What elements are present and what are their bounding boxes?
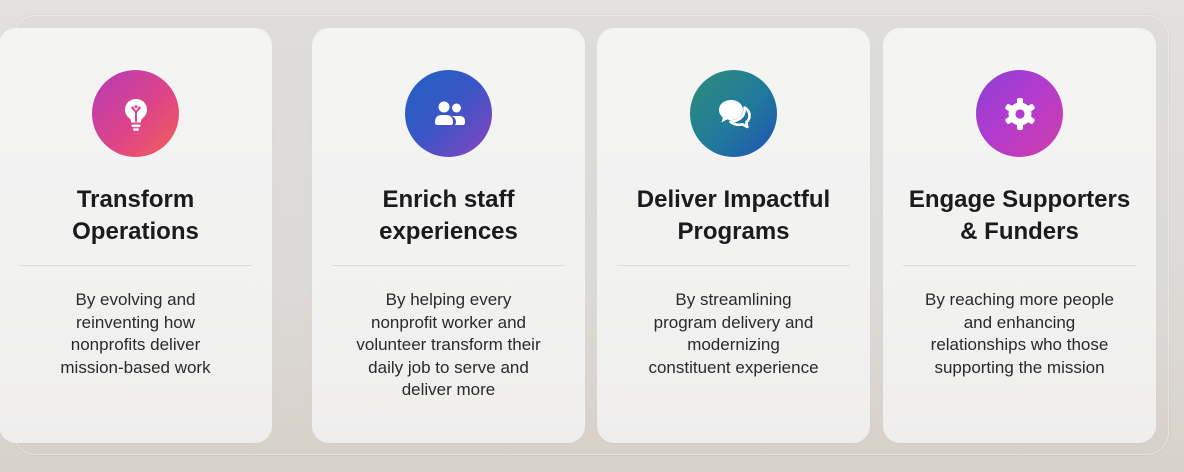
card-engage-supporters: Engage Supporters & Funders By reaching m…: [884, 29, 1155, 442]
divider: [903, 265, 1136, 266]
icon-circle: [405, 70, 492, 157]
card-deliver-programs: Deliver Impactful Programs By streamlinin…: [598, 29, 869, 442]
divider: [332, 265, 565, 266]
gear-icon: [1004, 97, 1035, 130]
card-description: By evolving and reinventing how nonprofi…: [60, 290, 211, 377]
card-description: By reaching more people and enhancing re…: [924, 290, 1114, 377]
chat-bubbles-icon: [718, 99, 751, 128]
card-title: Deliver Impactful Programs: [636, 186, 831, 245]
divider: [617, 265, 850, 266]
icon-circle: [92, 70, 179, 157]
lightbulb-icon: [124, 98, 147, 131]
card-transform-operations: Transform Operations By evolving and rein…: [0, 29, 271, 442]
card-title: Transform Operations: [72, 186, 199, 245]
card-description: By streamlining program delivery and mod…: [648, 290, 819, 377]
card-title: Enrich staff experiences: [379, 186, 518, 245]
card-description: By helping every nonprofit worker and vo…: [356, 290, 541, 399]
people-icon: [434, 101, 465, 125]
card-enrich-staff: Enrich staff experiences By helping every…: [313, 29, 584, 442]
card-title: Engage Supporters & Funders: [908, 186, 1131, 245]
icon-circle: [976, 70, 1063, 157]
divider: [19, 265, 252, 266]
icon-circle: [690, 70, 777, 157]
